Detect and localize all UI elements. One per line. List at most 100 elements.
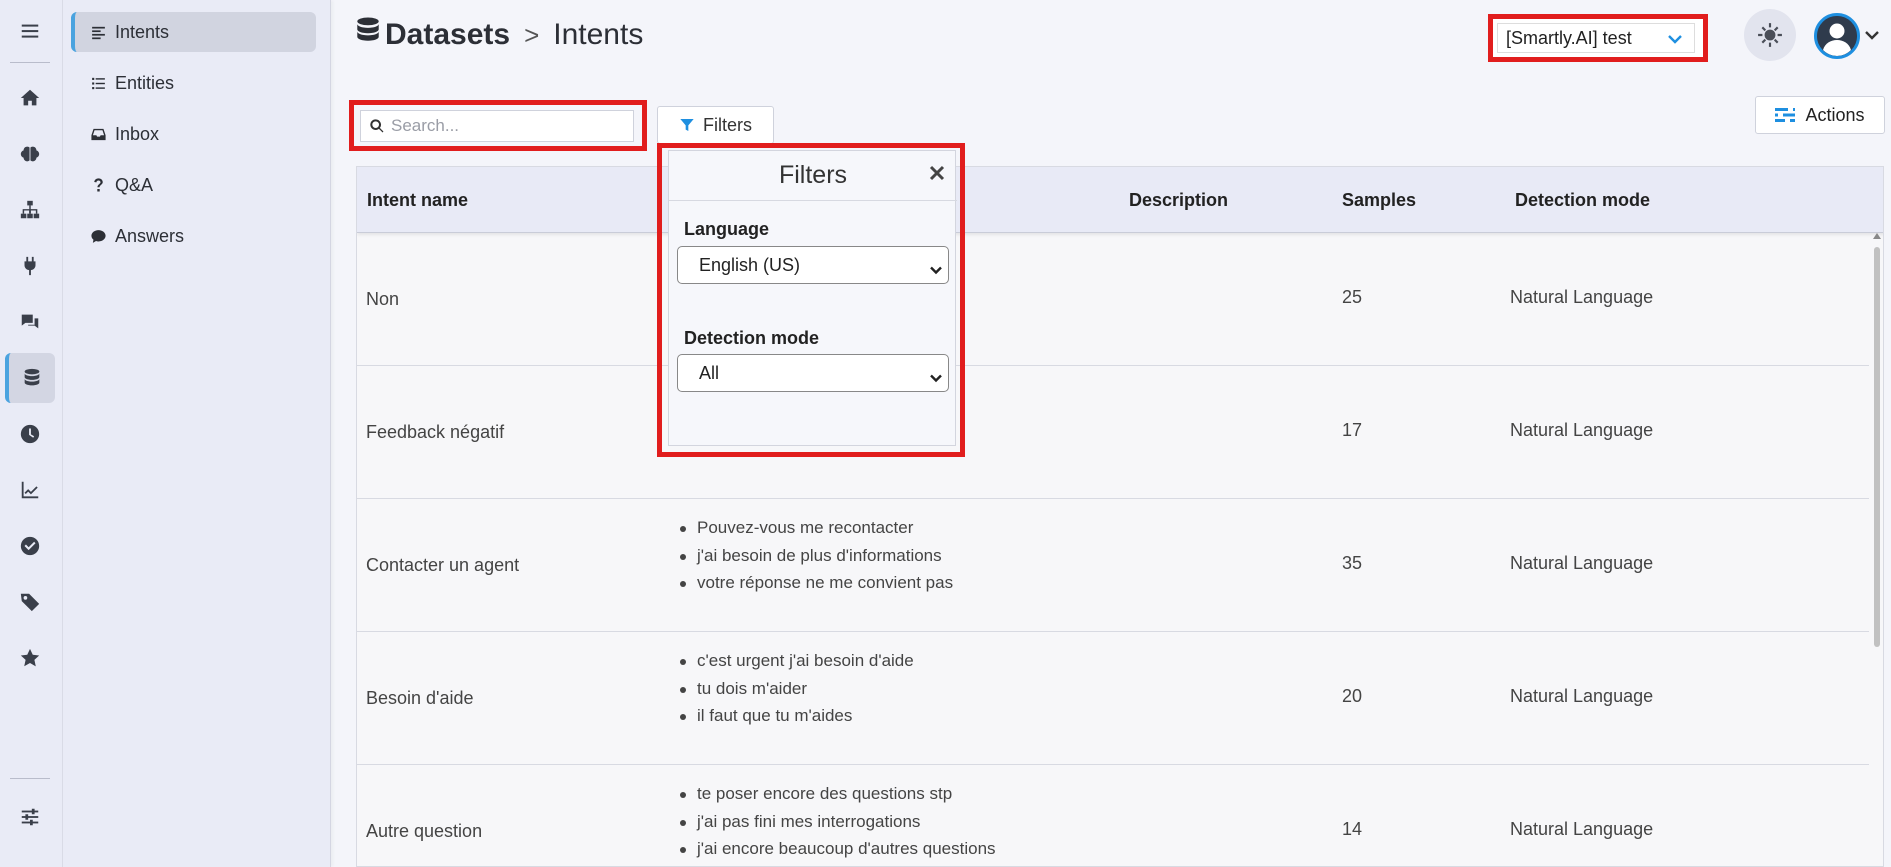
subnav-item-label: Entities [115, 72, 175, 93]
table-header: Intent name Description Samples Detectio… [357, 167, 1883, 233]
table-row[interactable]: Besoin d'aide c'est urgent j'ai besoin d… [357, 632, 1869, 765]
intent-name[interactable]: Besoin d'aide [366, 688, 474, 709]
sample-item: j'ai besoin de plus d'informations [679, 542, 953, 570]
column-header-intent[interactable]: Intent name [367, 190, 468, 211]
chevron-down-icon [1666, 30, 1684, 48]
detection-mode: Natural Language [1510, 420, 1654, 440]
intent-name[interactable]: Feedback négatif [366, 422, 504, 443]
sample-item: j'ai encore beaucoup d'autres questions [680, 835, 996, 863]
tag-icon[interactable] [5, 577, 55, 627]
subnav-item-label: Q&A [115, 174, 154, 195]
samples-count: 25 [1342, 287, 1363, 307]
table-row[interactable]: Feedback négatif 17 Natural Language [357, 366, 1869, 499]
intent-name[interactable]: Non [366, 289, 399, 310]
breadcrumb: Datasets > Intents [355, 16, 643, 54]
filters-popover-title: Filters [778, 161, 848, 189]
project-selector-value: [Smartly.AI] test [1506, 27, 1632, 48]
samples-count: 35 [1342, 553, 1363, 573]
subnav-item-entities[interactable]: Entities [71, 63, 316, 103]
subnav-item-label: Intents [115, 21, 170, 42]
chevron-down-icon[interactable] [1864, 28, 1880, 42]
samples-count: 20 [1342, 686, 1363, 706]
database-icon [355, 16, 385, 54]
column-header-description[interactable]: Description [1129, 190, 1228, 211]
samples-count: 17 [1342, 420, 1363, 440]
search-input[interactable] [391, 116, 621, 136]
chart-line-icon[interactable] [5, 465, 55, 515]
scroll-thumb[interactable] [1874, 247, 1880, 647]
table-row[interactable]: Contacter un agent Pouvez-vous me recont… [357, 499, 1869, 632]
sample-item: Pouvez-vous me recontacter [679, 514, 953, 542]
sitemap-icon[interactable] [5, 185, 55, 235]
filters-button[interactable]: Filters [657, 106, 774, 144]
chat-icon[interactable] [5, 297, 55, 347]
plug-icon[interactable] [5, 241, 55, 291]
samples-list: Pouvez-vous me recontacter j'ai besoin d… [679, 514, 953, 597]
star-icon[interactable] [5, 633, 55, 683]
subnav-item-qa[interactable]: Q&A [71, 165, 316, 205]
actions-icon [1775, 108, 1796, 122]
sample-item: c'est urgent j'ai besoin d'aide [680, 647, 914, 675]
align-left-icon [89, 23, 107, 41]
datasets-subnav: Intents Entities Inbox Q&A Answers [63, 0, 331, 867]
breadcrumb-datasets[interactable]: Datasets [385, 18, 510, 52]
samples-list: te poser encore des questions stp j'ai p… [680, 780, 996, 863]
sample-item: votre réponse ne me convient pas [679, 569, 953, 597]
table-scrollbar[interactable] [1872, 233, 1882, 858]
table-row[interactable]: Non 25 Natural Language [357, 233, 1869, 366]
samples-list: c'est urgent j'ai besoin d'aide tu dois … [680, 647, 914, 730]
subnav-item-answers[interactable]: Answers [71, 216, 316, 256]
subnav-item-label: Inbox [115, 123, 160, 144]
sample-item: il faut que tu m'aides [680, 702, 914, 730]
column-header-detection[interactable]: Detection mode [1515, 190, 1650, 211]
actions-button[interactable]: Actions [1755, 96, 1885, 134]
sample-item: tu dois m'aider [680, 675, 914, 703]
sample-item: te poser encore des questions stp [680, 780, 996, 808]
detection-mode-label: Detection mode [684, 328, 820, 348]
brain-icon[interactable] [5, 129, 55, 179]
detection-mode-select[interactable]: All [677, 354, 949, 392]
detection-mode: Natural Language [1510, 553, 1654, 573]
home-icon[interactable] [5, 73, 55, 123]
question-icon [89, 176, 107, 194]
intent-name[interactable]: Contacter un agent [366, 555, 519, 576]
detection-mode: Natural Language [1510, 287, 1654, 307]
chevron-down-icon [930, 368, 942, 383]
subnav-item-intents[interactable]: Intents [71, 12, 316, 52]
database-icon[interactable] [5, 353, 55, 403]
breadcrumb-separator: > [524, 19, 540, 50]
icon-rail [0, 0, 63, 867]
sun-icon [1758, 23, 1782, 47]
language-select[interactable]: English (US) [677, 246, 949, 284]
filter-icon [680, 119, 694, 131]
subnav-item-label: Answers [115, 225, 185, 246]
language-label: Language [684, 219, 770, 239]
project-selector[interactable]: [Smartly.AI] test [1497, 23, 1695, 53]
chevron-down-icon [930, 260, 942, 275]
intents-table: Intent name Description Samples Detectio… [356, 166, 1884, 867]
detection-mode: Natural Language [1510, 819, 1654, 839]
search-field [360, 110, 634, 142]
sliders-icon[interactable] [5, 792, 55, 842]
page-title: Intents [553, 18, 644, 51]
clock-icon[interactable] [5, 409, 55, 459]
subnav-item-inbox[interactable]: Inbox [71, 114, 316, 154]
sample-item: j'ai pas fini mes interrogations [680, 808, 996, 836]
menu-icon[interactable] [5, 6, 55, 56]
theme-toggle-button[interactable] [1744, 9, 1796, 61]
comment-icon [89, 227, 107, 245]
intent-name[interactable]: Autre question [366, 821, 482, 842]
close-icon[interactable] [929, 165, 947, 183]
scroll-up-arrow[interactable] [1873, 233, 1881, 239]
samples-count: 14 [1342, 819, 1363, 839]
inbox-icon [89, 125, 107, 143]
search-icon [370, 119, 384, 133]
avatar[interactable] [1814, 13, 1860, 59]
detection-mode-select-value: All [699, 362, 720, 383]
popover-divider [669, 200, 957, 201]
filters-popover: Filters Language English (US) Detection … [668, 150, 957, 446]
column-header-samples[interactable]: Samples [1342, 190, 1416, 211]
table-row[interactable]: Autre question te poser encore des quest… [357, 765, 1869, 866]
check-circle-icon[interactable] [5, 521, 55, 571]
search-highlight [349, 100, 647, 151]
